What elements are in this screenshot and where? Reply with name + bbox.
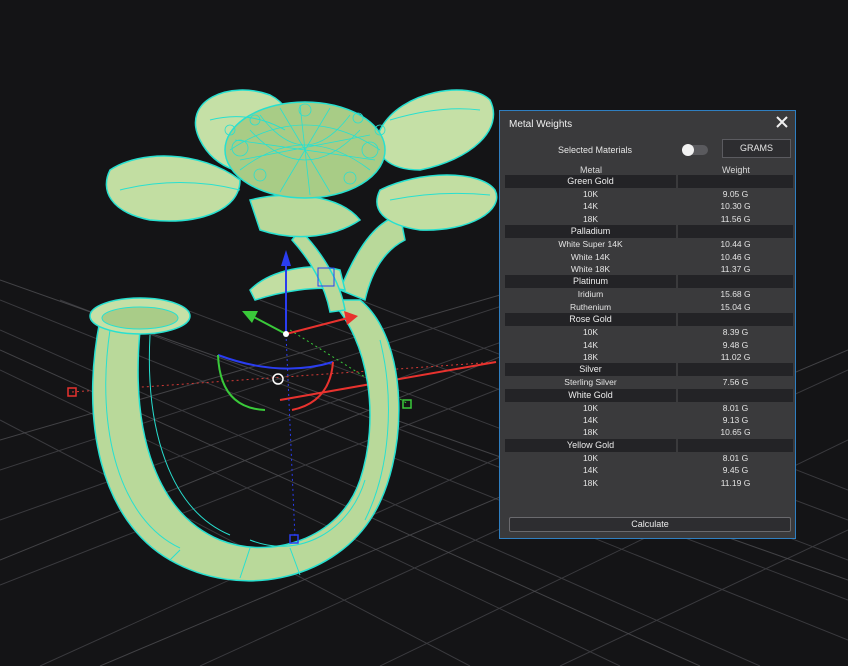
flower-model[interactable]	[105, 89, 498, 238]
table-row: 18K 11.56 G	[505, 213, 793, 225]
metal-cell: 18K	[582, 213, 599, 224]
weight-cell: 7.56 G	[722, 377, 749, 388]
metal-cell: 14K	[582, 339, 599, 350]
metal-cell: 14K	[582, 201, 599, 212]
group-name: Silver	[505, 363, 676, 377]
table-row: 10K 8.01 G	[505, 402, 793, 414]
weight-cell: 10.30 G	[720, 201, 751, 212]
table-row: 14K 10.30 G	[505, 200, 793, 212]
units-button[interactable]: GRAMS	[722, 139, 791, 158]
weight-cell: 9.45 G	[722, 465, 749, 476]
group-header: Platinum	[505, 275, 793, 289]
table-row: Iridium 15.68 G	[505, 288, 793, 300]
table-row: 14K 9.48 G	[505, 339, 793, 351]
selected-materials-toggle[interactable]	[682, 144, 708, 156]
metal-cell: 18K	[582, 427, 599, 438]
table-row: White 14K 10.46 G	[505, 251, 793, 263]
weight-cell: 10.65 G	[720, 427, 751, 438]
group-name: Rose Gold	[505, 313, 676, 327]
metal-cell: 14K	[582, 415, 599, 426]
table-row: Ruthenium 15.04 G	[505, 301, 793, 313]
weights-table: Green Gold 10K 9.05 G 14K 10.30 G 18K 11.56 GP…	[505, 175, 793, 489]
table-row: 10K 9.05 G	[505, 188, 793, 200]
metal-cell: 10K	[582, 402, 599, 413]
selected-materials-label: Selected Materials	[558, 145, 633, 155]
table-row: White Super 14K 10.44 G	[505, 238, 793, 250]
table-row: Sterling Silver 7.56 G	[505, 376, 793, 388]
group-weight-cell	[678, 438, 793, 452]
close-icon[interactable]	[775, 115, 789, 129]
group-weight-cell	[678, 313, 793, 327]
weight-cell: 10.44 G	[720, 239, 751, 250]
metal-cell: 10K	[582, 452, 599, 463]
group-name: White Gold	[505, 388, 676, 402]
metal-cell: White 18K	[570, 263, 611, 274]
weight-cell: 15.68 G	[720, 289, 751, 300]
group-header: Green Gold	[505, 175, 793, 188]
weight-cell: 11.19 G	[720, 477, 751, 488]
calculate-button[interactable]: Calculate	[509, 517, 791, 532]
selected-materials-row: Selected Materials GRAMS	[500, 139, 795, 161]
col-header-weight: Weight	[722, 165, 750, 175]
ring-model[interactable]	[89, 214, 406, 582]
table-row: 18K 11.02 G	[505, 351, 793, 363]
toggle-knob	[682, 144, 694, 156]
metal-cell: Iridium	[577, 289, 604, 300]
weight-cell: 8.01 G	[722, 452, 749, 463]
table-row: 14K 9.45 G	[505, 464, 793, 476]
metal-cell: 10K	[582, 327, 599, 338]
table-row: White 18K 11.37 G	[505, 263, 793, 275]
group-weight-cell	[678, 275, 793, 289]
group-name: Yellow Gold	[505, 438, 676, 452]
weight-cell: 15.04 G	[720, 301, 751, 312]
metal-cell: 18K	[582, 351, 599, 362]
metal-cell: Ruthenium	[569, 301, 612, 312]
table-row: 18K 11.19 G	[505, 477, 793, 489]
group-header: Rose Gold	[505, 313, 793, 327]
weight-cell: 9.05 G	[722, 189, 749, 199]
group-weight-cell	[678, 225, 793, 239]
z-arrow-icon[interactable]	[281, 250, 291, 266]
weight-cell: 10.46 G	[720, 251, 751, 262]
panel-title: Metal Weights	[509, 119, 573, 130]
metal-cell: Sterling Silver	[564, 377, 617, 388]
weight-cell: 9.48 G	[722, 339, 749, 350]
group-weight-cell	[678, 175, 793, 188]
weight-cell: 8.39 G	[722, 327, 749, 338]
group-header: Palladium	[505, 225, 793, 239]
table-row: 10K 8.39 G	[505, 326, 793, 338]
metal-cell: White 14K	[570, 251, 611, 262]
table-row: 14K 9.13 G	[505, 414, 793, 426]
weight-cell: 11.37 G	[720, 263, 751, 274]
metal-cell: 14K	[582, 465, 599, 476]
metal-cell: White Super 14K	[558, 239, 623, 250]
weight-cell: 11.02 G	[720, 351, 751, 362]
group-weight-cell	[678, 363, 793, 377]
weight-cell: 11.56 G	[720, 213, 751, 224]
metal-cell: 10K	[582, 189, 599, 199]
metal-cell: 18K	[582, 477, 599, 488]
group-header: Yellow Gold	[505, 438, 793, 452]
table-row: 18K 10.65 G	[505, 426, 793, 438]
col-header-metal: Metal	[580, 165, 603, 175]
panel-header: Metal Weights	[500, 111, 795, 137]
metal-weights-panel: Metal Weights Selected Materials GRAMS M…	[499, 110, 796, 539]
group-name: Platinum	[505, 275, 676, 289]
group-name: Green Gold	[505, 175, 676, 188]
weight-cell: 9.13 G	[722, 415, 749, 426]
y-axis-handle[interactable]	[402, 399, 412, 409]
table-row: 10K 8.01 G	[505, 452, 793, 464]
group-weight-cell	[678, 388, 793, 402]
gizmo-pivot[interactable]	[283, 331, 289, 337]
group-header: White Gold	[505, 388, 793, 402]
weight-cell: 8.01 G	[722, 402, 749, 413]
group-header: Silver	[505, 363, 793, 377]
group-name: Palladium	[505, 225, 676, 239]
